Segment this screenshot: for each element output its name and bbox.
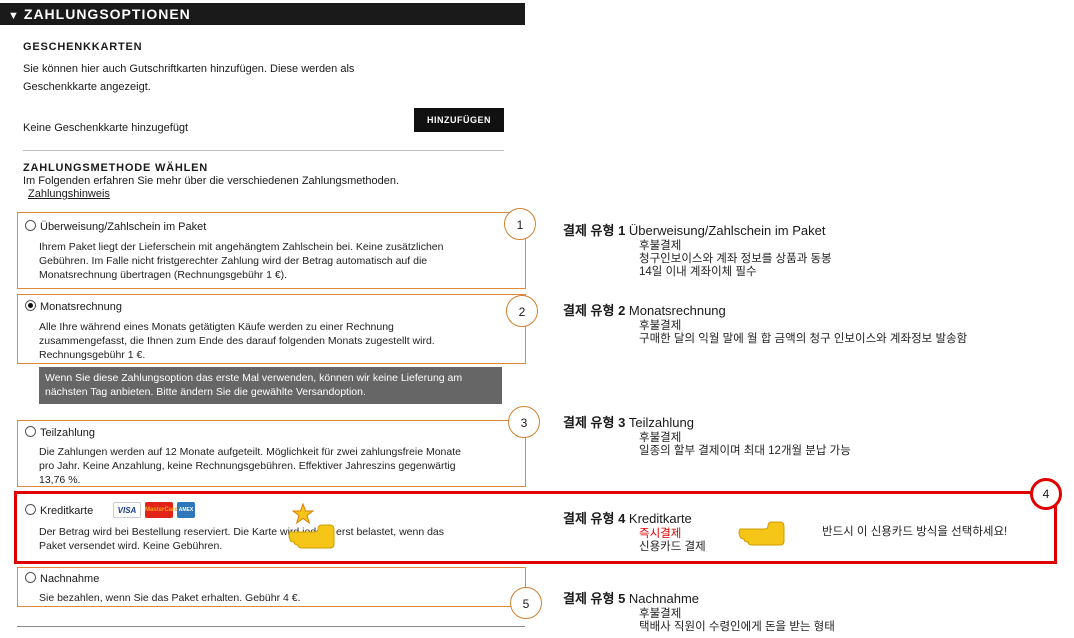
payment-option-ueberweisung[interactable]: Überweisung/Zahlschein im Paket Ihrem Pa… [17,212,526,289]
option-desc-line: Die Zahlungen werden auf 12 Monate aufge… [39,446,461,458]
note-5: 결제 유형 5 Nachnahme 후불결제 택배사 직원이 수령인에게 돈을 … [563,588,835,634]
radio-button[interactable] [25,504,36,515]
note-line: 구매한 달의 익월 말에 월 합 금액의 청구 인보이스와 계좌정보 발송함 [639,333,968,345]
note-4: 결제 유형 4 Kreditkarte 즉시결제 신용카드 결제 [563,508,706,554]
note-2: 결제 유형 2 Monatsrechnung 후불결제 구매한 달의 익월 말에… [563,300,967,346]
first-use-notice: Wenn Sie diese Zahlungsoption das erste … [39,367,502,404]
option-desc-line: Alle Ihre während eines Monats getätigte… [39,321,394,333]
section-header[interactable]: ▼ ZAHLUNGSOPTIONEN [0,3,525,25]
option-desc-line: zusammengefasst, die Ihnen zum Ende des … [39,335,435,347]
payment-option-nachnahme[interactable]: Nachnahme Sie bezahlen, wenn Sie das Pak… [17,567,526,607]
note-line: 청구인보이스와 계좌 정보를 상품과 동봉 [639,253,832,265]
note-prefix: 결제 유형 2 [563,303,626,318]
option-desc-line: Monatsrechnung übertragen (Rechnungsgebü… [39,269,288,281]
radio-button[interactable] [25,572,36,583]
notice-line: Wenn Sie diese Zahlungsoption das erste … [45,372,463,384]
section-title: ZAHLUNGSOPTIONEN [23,6,191,22]
option-desc-line: Paket versendet wird. Keine Gebühren. [39,540,223,552]
marker-2: 2 [506,295,538,327]
radio-button-selected[interactable] [25,300,36,311]
note-name: Nachnahme [628,591,700,606]
note-line: 후불결제 [639,432,682,444]
marker-5: 5 [510,587,542,619]
radio-button[interactable] [25,220,36,231]
giftcard-desc-2: Geschenkkarte angezeigt. [23,81,151,93]
payment-option-monatsrechnung[interactable]: Monatsrechnung Alle Ihre während eines M… [17,294,526,364]
note-line: 후불결제 [639,608,682,620]
giftcard-none: Keine Geschenkkarte hinzugefügt [23,122,189,134]
radio-button[interactable] [25,426,36,437]
option-desc-line: Der Betrag wird bei Bestellung reservier… [39,526,445,538]
note-prefix: 결제 유형 3 [563,415,626,430]
option-desc-line: Sie bezahlen, wenn Sie das Paket erhalte… [39,592,301,604]
option-name: Kreditkarte [40,505,94,517]
note-line: 후불결제 [639,240,682,252]
option-desc-line: Gebühren. Im Falle nicht fristgerechter … [39,255,428,267]
payment-option-kreditkarte[interactable]: Kreditkarte VISA MasterCardAMEX Der Betra… [17,494,526,562]
note-line: 후불결제 [639,320,682,332]
note-line-highlight: 즉시결제 [639,528,682,540]
option-desc-line: Ihrem Paket liegt der Lieferschein mit a… [39,241,444,253]
marker-1: 1 [504,208,536,240]
note-name: Überweisung/Zahlschein im Paket [628,223,826,238]
amex-card-icon: AMEX [177,501,195,518]
payment-method-desc: Im Folgenden erfahren Sie mehr über die … [23,175,400,187]
option-desc-line: Rechnungsgebühr 1 €. [39,349,146,361]
mastercard-icon: MasterCard [145,501,178,518]
marker-3: 3 [508,406,540,438]
payment-option-teilzahlung[interactable]: Teilzahlung Die Zahlungen werden auf 12 … [17,420,526,487]
note-prefix: 결제 유형 4 [563,511,626,526]
note-name: Kreditkarte [628,511,692,526]
notice-line: nächsten Tag anbieten. Bitte ändern Sie … [45,386,366,398]
option-name: Nachnahme [40,573,100,585]
marker-4: 4 [1030,478,1062,510]
note-line: 일종의 할부 결제이며 최대 12개월 분납 가능 [639,445,851,457]
note-line: 신용카드 결제 [639,541,706,553]
note-3: 결제 유형 3 Teilzahlung 후불결제 일종의 할부 결제이며 최대 … [563,412,851,458]
pointing-hand-icon [738,521,785,546]
triangle-down-icon: ▼ [8,10,20,22]
note-name: Teilzahlung [628,415,694,430]
note-4-emphasis: 반드시 이 신용카드 방식을 선택하세요! [822,526,1008,538]
option-desc-line: pro Jahr. Keine Anzahlung, keine Rechnun… [39,460,456,472]
note-1: 결제 유형 1 Überweisung/Zahlschein im Paket … [563,220,832,279]
add-giftcard-button[interactable]: HINZUFÜGEN [414,108,504,132]
option-desc-line: 13,76 %. [39,474,81,486]
note-line: 14일 이내 계좌이체 필수 [639,266,757,278]
option-name: Überweisung/Zahlschein im Paket [40,221,207,233]
note-prefix: 결제 유형 1 [563,223,626,238]
note-line: 택배사 직원이 수령인에게 돈을 받는 형태 [639,621,835,633]
option-name: Teilzahlung [40,427,96,439]
option-name: Monatsrechnung [40,301,122,313]
payment-method-title: ZAHLUNGSMETHODE WÄHLEN [23,162,209,174]
giftcard-title: GESCHENKKARTEN [23,41,143,53]
visa-card-icon: VISA [113,501,141,518]
payment-info-link[interactable]: Zahlungshinweis [28,188,110,200]
divider [23,150,504,151]
note-prefix: 결제 유형 5 [563,591,626,606]
pointing-hand-icon [288,524,335,549]
note-name: Monatsrechnung [628,303,726,318]
giftcard-desc-1: Sie können hier auch Gutschriftkarten hi… [23,63,355,75]
bottom-divider [17,626,525,627]
